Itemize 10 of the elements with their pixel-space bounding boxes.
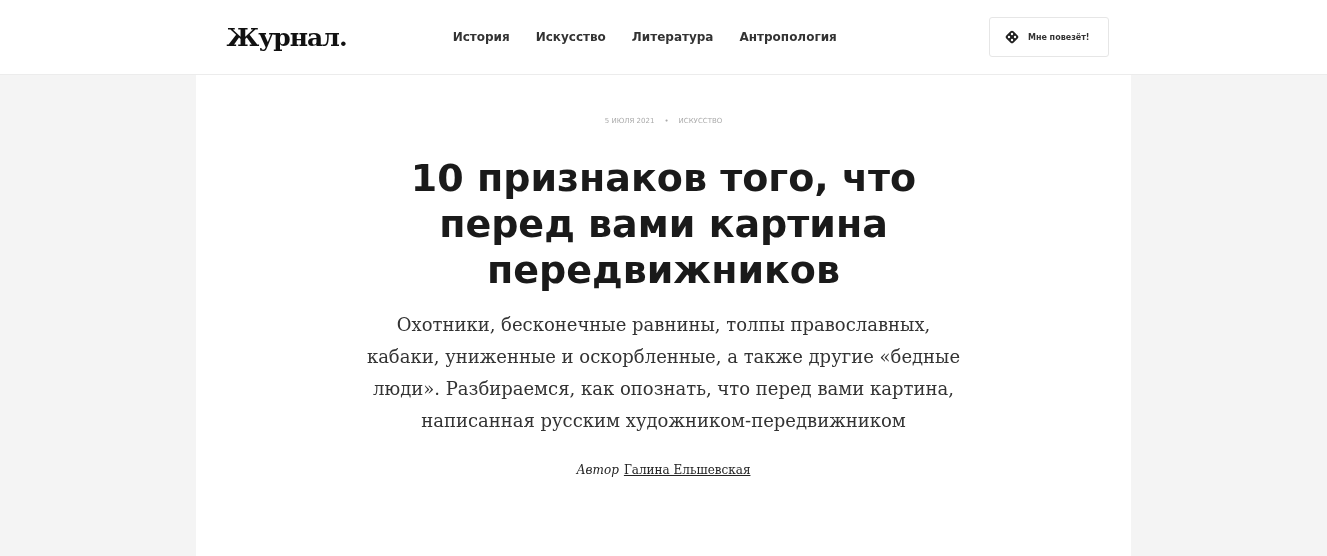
author-label: Автор	[576, 463, 619, 477]
logo[interactable]: Журнал.	[226, 22, 347, 52]
nav-link[interactable]: Литература	[631, 30, 714, 44]
author-link[interactable]: Галина Ельшевская	[623, 463, 751, 477]
article-lede: Охотники, бесконечные равнины, толпы православных, кабаки, униженные и оскорбленные, а также другие «бедные люди». Разбираемся, как опознать, что перед вами картина, написанная русским художником-передвижником	[365, 313, 962, 433]
nav-link[interactable]: Искусство	[535, 30, 606, 44]
nav-link[interactable]: История	[452, 30, 510, 44]
lucky-button[interactable]: Мне повезёт!	[988, 17, 1109, 57]
article-title: 10 признаков того, что перед вами картина передвижников	[409, 155, 918, 293]
nav-link[interactable]: Антропология	[739, 30, 837, 44]
